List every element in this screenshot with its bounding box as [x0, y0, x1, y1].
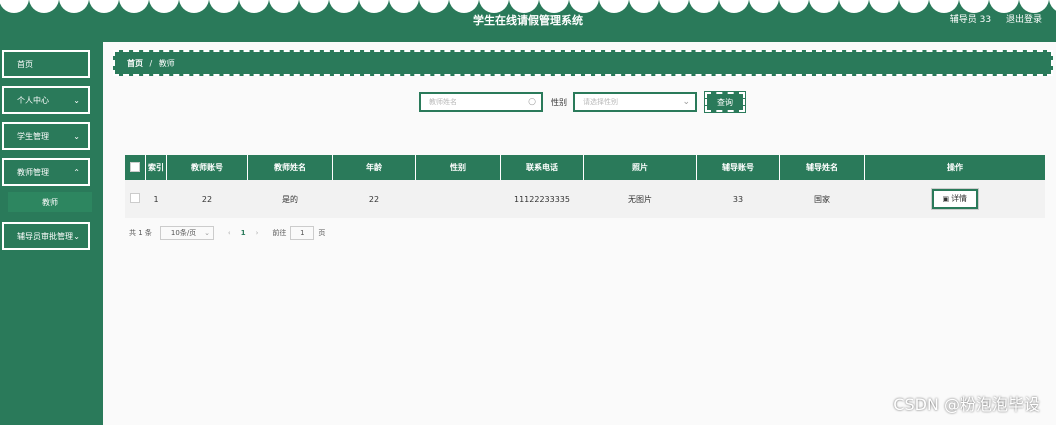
- cell-counselor-name: 国家: [779, 180, 865, 218]
- breadcrumb-current: 教师: [158, 59, 175, 68]
- gender-placeholder: 请选择性别: [583, 98, 618, 106]
- cell-phone: 11122233335: [500, 180, 584, 218]
- document-icon: ▣: [942, 195, 950, 203]
- column-header: 教师姓名: [247, 155, 333, 180]
- chevron-down-icon: ⌄: [73, 232, 80, 241]
- sidebar-item-home[interactable]: 首页: [2, 50, 90, 78]
- gender-select[interactable]: 请选择性别 ⌄: [573, 92, 697, 112]
- watermark: CSDN @粉泡泡毕设: [893, 395, 1040, 414]
- goto-page-input[interactable]: 1: [290, 226, 315, 240]
- sidebar-item-students[interactable]: 学生管理 ⌄: [2, 122, 90, 150]
- column-header: 教师账号: [166, 155, 248, 180]
- cell-photo: 无图片: [583, 180, 697, 218]
- breadcrumb-separator: /: [149, 59, 153, 68]
- column-header: 照片: [583, 155, 697, 180]
- page-size-select[interactable]: 10条/页 ⌄: [159, 226, 214, 240]
- sidebar-item-label: 首页: [17, 59, 33, 69]
- sidebar: 首页 个人中心 ⌄ 学生管理 ⌄ 教师管理 ⌃ 教师 辅导员审批管理 ⌄: [0, 42, 103, 425]
- select-all-checkbox[interactable]: [125, 155, 146, 180]
- pagination: 共 1 条 10条/页 ⌄ ‹ 1 › 前往 1 页: [129, 226, 325, 240]
- cell-action: ▣ 详情: [864, 180, 1045, 218]
- column-header: 辅导账号: [696, 155, 780, 180]
- sidebar-item-label: 辅导员审批管理: [17, 231, 73, 241]
- detail-button[interactable]: ▣ 详情: [930, 188, 979, 210]
- sidebar-item-profile[interactable]: 个人中心 ⌄: [2, 86, 90, 114]
- user-name: 辅导员 33: [949, 15, 992, 25]
- column-header: 性别: [415, 155, 501, 180]
- cell-counselor-account: 33: [696, 180, 780, 218]
- submenu-item-teacher[interactable]: 教师: [8, 192, 92, 212]
- chevron-down-icon: ⌄: [73, 96, 80, 105]
- column-header: 年龄: [332, 155, 416, 180]
- cell-age: 22: [332, 180, 416, 218]
- column-header: 联系电话: [500, 155, 584, 180]
- query-button[interactable]: 查询: [704, 91, 746, 113]
- teacher-table: 索引 教师账号 教师姓名 年龄 性别 联系电话 照片 辅导账号 辅导姓名 操作 …: [125, 155, 1045, 218]
- sidebar-item-label: 个人中心: [17, 95, 49, 105]
- column-header: 操作: [864, 155, 1045, 180]
- chevron-down-icon: ⌄: [204, 229, 211, 237]
- app-title: 学生在线请假管理系统: [473, 14, 583, 27]
- table-header-row: 索引 教师账号 教师姓名 年龄 性别 联系电话 照片 辅导账号 辅导姓名 操作: [125, 155, 1045, 180]
- next-page-icon[interactable]: ›: [256, 229, 259, 237]
- main-content: 首页 / 教师 教师姓名 ○ 性别 请选择性别 ⌄ 查询 索引 教师账号 教师姓…: [103, 42, 1056, 425]
- chevron-down-icon: ⌄: [73, 132, 80, 141]
- sidebar-item-label: 教师管理: [17, 167, 49, 177]
- sidebar-item-approval[interactable]: 辅导员审批管理 ⌄: [2, 222, 90, 250]
- column-header: 索引: [145, 155, 167, 180]
- sidebar-item-teachers[interactable]: 教师管理 ⌃: [2, 158, 90, 186]
- teacher-name-placeholder: 教师姓名: [429, 98, 457, 106]
- prev-page-icon[interactable]: ‹: [228, 229, 231, 237]
- cell-index: 1: [145, 180, 167, 218]
- goto-label: 前往: [272, 229, 287, 237]
- cell-account: 22: [166, 180, 248, 218]
- gender-label: 性别: [551, 98, 567, 107]
- table-row: 1 22 是的 22 11122233335 无图片 33 国家 ▣ 详情: [125, 180, 1045, 218]
- total-count: 共 1 条: [129, 229, 152, 237]
- row-checkbox[interactable]: [125, 180, 146, 218]
- page-unit-label: 页: [318, 229, 326, 237]
- cell-gender: [415, 180, 501, 218]
- page-size-value: 10条/页: [170, 229, 197, 237]
- breadcrumb-home[interactable]: 首页: [127, 59, 143, 68]
- logout-button[interactable]: 退出登录: [1006, 15, 1042, 25]
- teacher-name-input[interactable]: 教师姓名 ○: [419, 92, 543, 112]
- sidebar-item-label: 学生管理: [17, 131, 49, 141]
- chevron-down-icon: ⌄: [682, 97, 690, 107]
- detail-button-label: 详情: [951, 194, 968, 203]
- column-header: 辅导姓名: [779, 155, 865, 180]
- chevron-up-icon: ⌃: [73, 168, 80, 177]
- top-bar: 学生在线请假管理系统 辅导员 33 退出登录: [0, 0, 1056, 42]
- page-number[interactable]: 1: [241, 229, 246, 237]
- cell-name: 是的: [247, 180, 333, 218]
- breadcrumb: 首页 / 教师: [113, 50, 1053, 76]
- search-icon: ○: [528, 97, 536, 107]
